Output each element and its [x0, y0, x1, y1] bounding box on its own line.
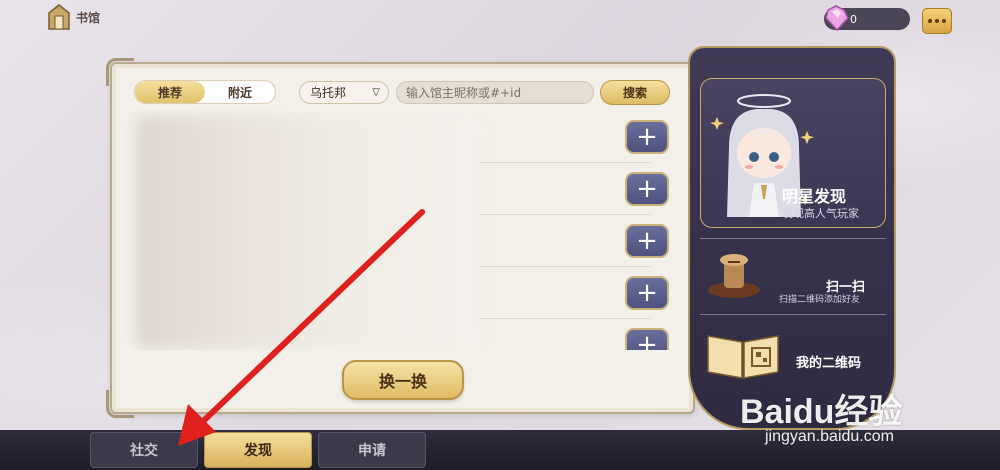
- chat-dot: [942, 19, 946, 23]
- baidu-watermark-logo: Baidu经验: [740, 393, 903, 431]
- plus-icon: +: [636, 122, 658, 152]
- recommend-nearby-tabs: 推荐 附近: [134, 80, 276, 104]
- blurred-user-entries: [136, 116, 481, 348]
- gem-icon: [825, 5, 849, 32]
- home-icon: [48, 4, 70, 30]
- my-qrcode-title[interactable]: 我的二维码: [796, 352, 861, 371]
- stamp-scan-icon[interactable]: [704, 252, 764, 300]
- plus-icon: +: [636, 278, 658, 308]
- home-label: 书馆: [76, 10, 101, 25]
- panel-corner-ornament: [106, 58, 134, 86]
- search-button[interactable]: 搜索: [600, 80, 670, 105]
- side-divider: [700, 314, 886, 315]
- side-divider: [700, 238, 886, 239]
- chevron-down-icon: ▽: [372, 87, 380, 98]
- nav-social[interactable]: 社交: [90, 432, 198, 468]
- add-friend-button[interactable]: +: [625, 172, 669, 206]
- chat-button[interactable]: [922, 8, 952, 34]
- plus-icon: +: [636, 174, 658, 204]
- home-button[interactable]: 书馆: [48, 4, 100, 30]
- row-divider: [480, 162, 650, 163]
- add-friend-button[interactable]: +: [625, 224, 669, 258]
- tab-nearby[interactable]: 附近: [205, 81, 275, 103]
- plus-icon: +: [636, 226, 658, 256]
- region-select[interactable]: 乌托邦 ▽: [299, 81, 389, 104]
- refresh-button[interactable]: 换一换: [342, 360, 464, 400]
- add-friend-button[interactable]: +: [625, 328, 669, 350]
- search-input[interactable]: [396, 81, 594, 104]
- star-discover-subtitle: 发现高人气玩家: [782, 207, 859, 220]
- row-divider: [480, 318, 650, 319]
- nav-discover[interactable]: 发现: [204, 432, 312, 468]
- scan-subtitle: 扫描二维码添加好友: [779, 295, 861, 305]
- gem-counter[interactable]: 0: [824, 5, 910, 32]
- add-friend-button[interactable]: +: [625, 276, 669, 310]
- plus-icon: +: [636, 330, 658, 350]
- panel-corner-ornament: [106, 390, 134, 418]
- book-qrcode-icon[interactable]: [706, 326, 780, 380]
- add-friend-button[interactable]: +: [625, 120, 669, 154]
- user-list: + + + + +: [120, 110, 672, 350]
- chat-dot: [928, 19, 932, 23]
- nav-apply[interactable]: 申请: [318, 432, 426, 468]
- baidu-watermark-url: jingyan.baidu.com: [765, 428, 894, 445]
- row-divider: [480, 214, 650, 215]
- tab-recommend[interactable]: 推荐: [135, 81, 205, 103]
- chat-dot: [935, 19, 939, 23]
- row-divider: [480, 266, 650, 267]
- star-discover-title: 明星发现: [782, 187, 847, 206]
- region-value: 乌托邦: [310, 86, 347, 100]
